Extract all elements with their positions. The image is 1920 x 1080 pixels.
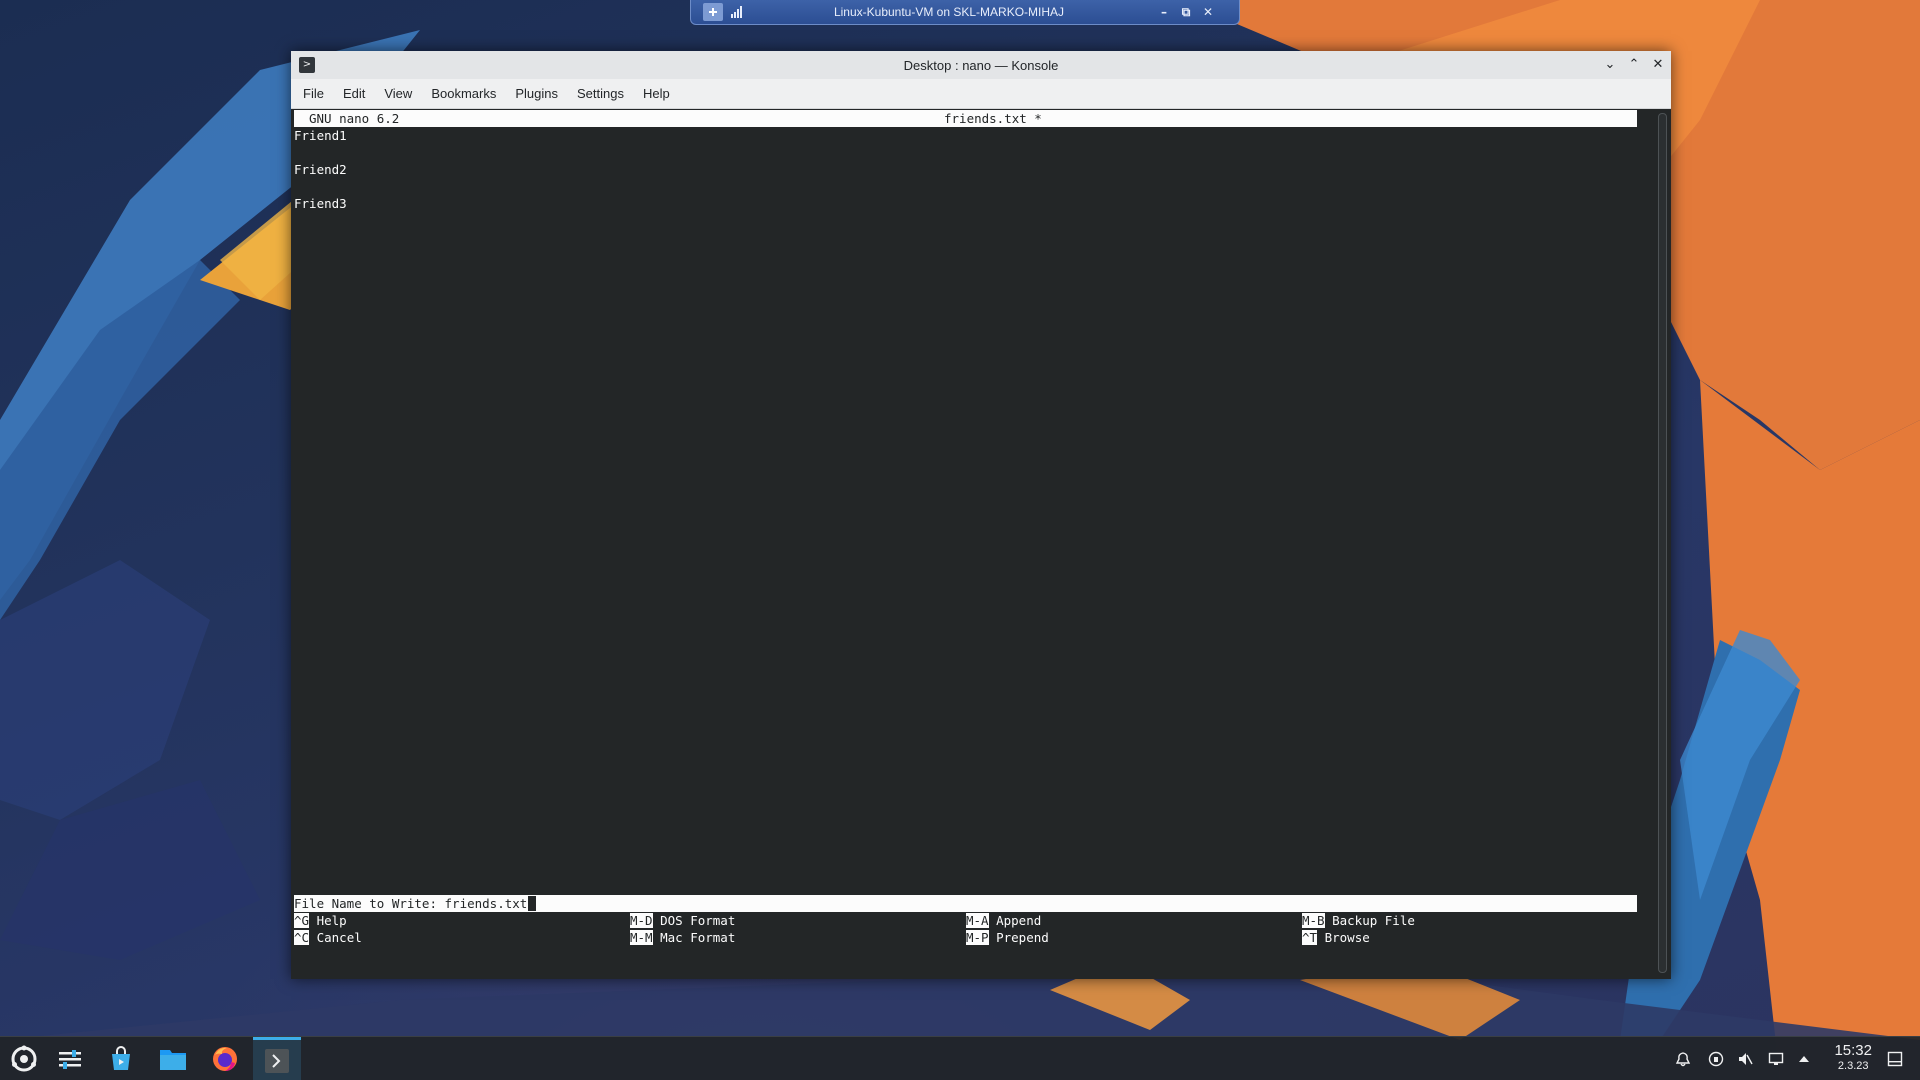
text-cursor	[528, 896, 537, 911]
pin-icon[interactable]	[703, 3, 723, 21]
vm-connection-bar: Linux-Kubuntu-VM on SKL-MARKO-MIHAJ – ⧉ …	[690, 0, 1240, 25]
network-icon[interactable]	[1704, 1037, 1728, 1080]
menu-bookmarks[interactable]: Bookmarks	[423, 86, 504, 101]
menu-plugins[interactable]: Plugins	[507, 86, 566, 101]
shortcut-prepend[interactable]: M-P Prepend	[966, 929, 1049, 946]
connection-signal-icon	[731, 6, 745, 18]
maximize-button[interactable]: ⌃	[1625, 56, 1643, 74]
shortcut-append[interactable]: M-A Append	[966, 912, 1041, 929]
menu-help[interactable]: Help	[635, 86, 678, 101]
shortcut-browse[interactable]: ^T Browse	[1302, 929, 1370, 946]
tray-expand-icon[interactable]	[1792, 1037, 1816, 1080]
menu-edit[interactable]: Edit	[335, 86, 373, 101]
clock-date: 2.3.23	[1837, 1060, 1869, 1072]
nano-title-bar: GNU nano 6.2 friends.txt *	[294, 110, 1637, 127]
editor-line: Friend2	[294, 162, 347, 177]
menubar: File Edit View Bookmarks Plugins Setting…	[291, 79, 1671, 109]
filename-prompt[interactable]: File Name to Write: friends.txt	[294, 895, 1637, 912]
menu-view[interactable]: View	[376, 86, 420, 101]
file-manager-icon[interactable]	[149, 1037, 197, 1080]
konsole-window: > Desktop : nano — Konsole ⌄ ⌃ ✕ File Ed…	[291, 51, 1671, 979]
window-title: Desktop : nano — Konsole	[903, 57, 1059, 73]
menu-settings[interactable]: Settings	[569, 86, 632, 101]
menu-file[interactable]: File	[295, 86, 332, 101]
vm-close-button[interactable]: ✕	[1197, 5, 1219, 19]
vm-title: Linux-Kubuntu-VM on SKL-MARKO-MIHAJ	[833, 5, 1065, 19]
discover-store-icon[interactable]	[97, 1037, 145, 1080]
display-icon[interactable]	[1764, 1037, 1788, 1080]
taskbar: 15:32 2.3.23	[0, 1036, 1920, 1080]
window-titlebar[interactable]: > Desktop : nano — Konsole ⌄ ⌃ ✕	[291, 51, 1671, 79]
editor-content[interactable]: Friend1 Friend2 Friend3	[294, 127, 1637, 212]
nano-shortcut-bar: ^G Help M-D DOS Format M-A Append M-B Ba…	[294, 912, 1637, 946]
shortcut-help[interactable]: ^G Help	[294, 912, 347, 929]
terminal-area[interactable]: GNU nano 6.2 friends.txt * Friend1 Frien…	[294, 110, 1637, 976]
shortcut-cancel[interactable]: ^C Cancel	[294, 929, 362, 946]
clock[interactable]: 15:32 2.3.23	[1834, 1042, 1872, 1073]
konsole-icon[interactable]	[253, 1037, 301, 1080]
nano-filename: friends.txt *	[944, 111, 1042, 126]
editor-line: Friend3	[294, 196, 347, 211]
clock-time: 15:32	[1834, 1042, 1872, 1059]
notifications-icon[interactable]	[1671, 1037, 1695, 1080]
minimize-button[interactable]: ⌄	[1601, 56, 1619, 74]
nano-version: GNU nano 6.2	[309, 111, 400, 126]
terminal-scrollbar[interactable]	[1658, 113, 1667, 973]
shortcut-mac-format[interactable]: M-M Mac Format	[630, 929, 735, 946]
show-desktop-icon[interactable]	[1880, 1037, 1910, 1080]
vm-restore-button[interactable]: ⧉	[1175, 5, 1197, 20]
volume-muted-icon[interactable]	[1733, 1037, 1757, 1080]
application-launcher-icon[interactable]	[0, 1037, 48, 1080]
shortcut-backup-file[interactable]: M-B Backup File	[1302, 912, 1415, 929]
shortcut-dos-format[interactable]: M-D DOS Format	[630, 912, 735, 929]
firefox-icon[interactable]	[201, 1037, 249, 1080]
filename-prompt-text: File Name to Write: friends.txt	[294, 896, 528, 911]
close-button[interactable]: ✕	[1649, 56, 1667, 74]
vm-minimize-button[interactable]: –	[1153, 5, 1175, 19]
editor-line: Friend1	[294, 128, 347, 143]
system-settings-icon[interactable]	[46, 1037, 94, 1080]
